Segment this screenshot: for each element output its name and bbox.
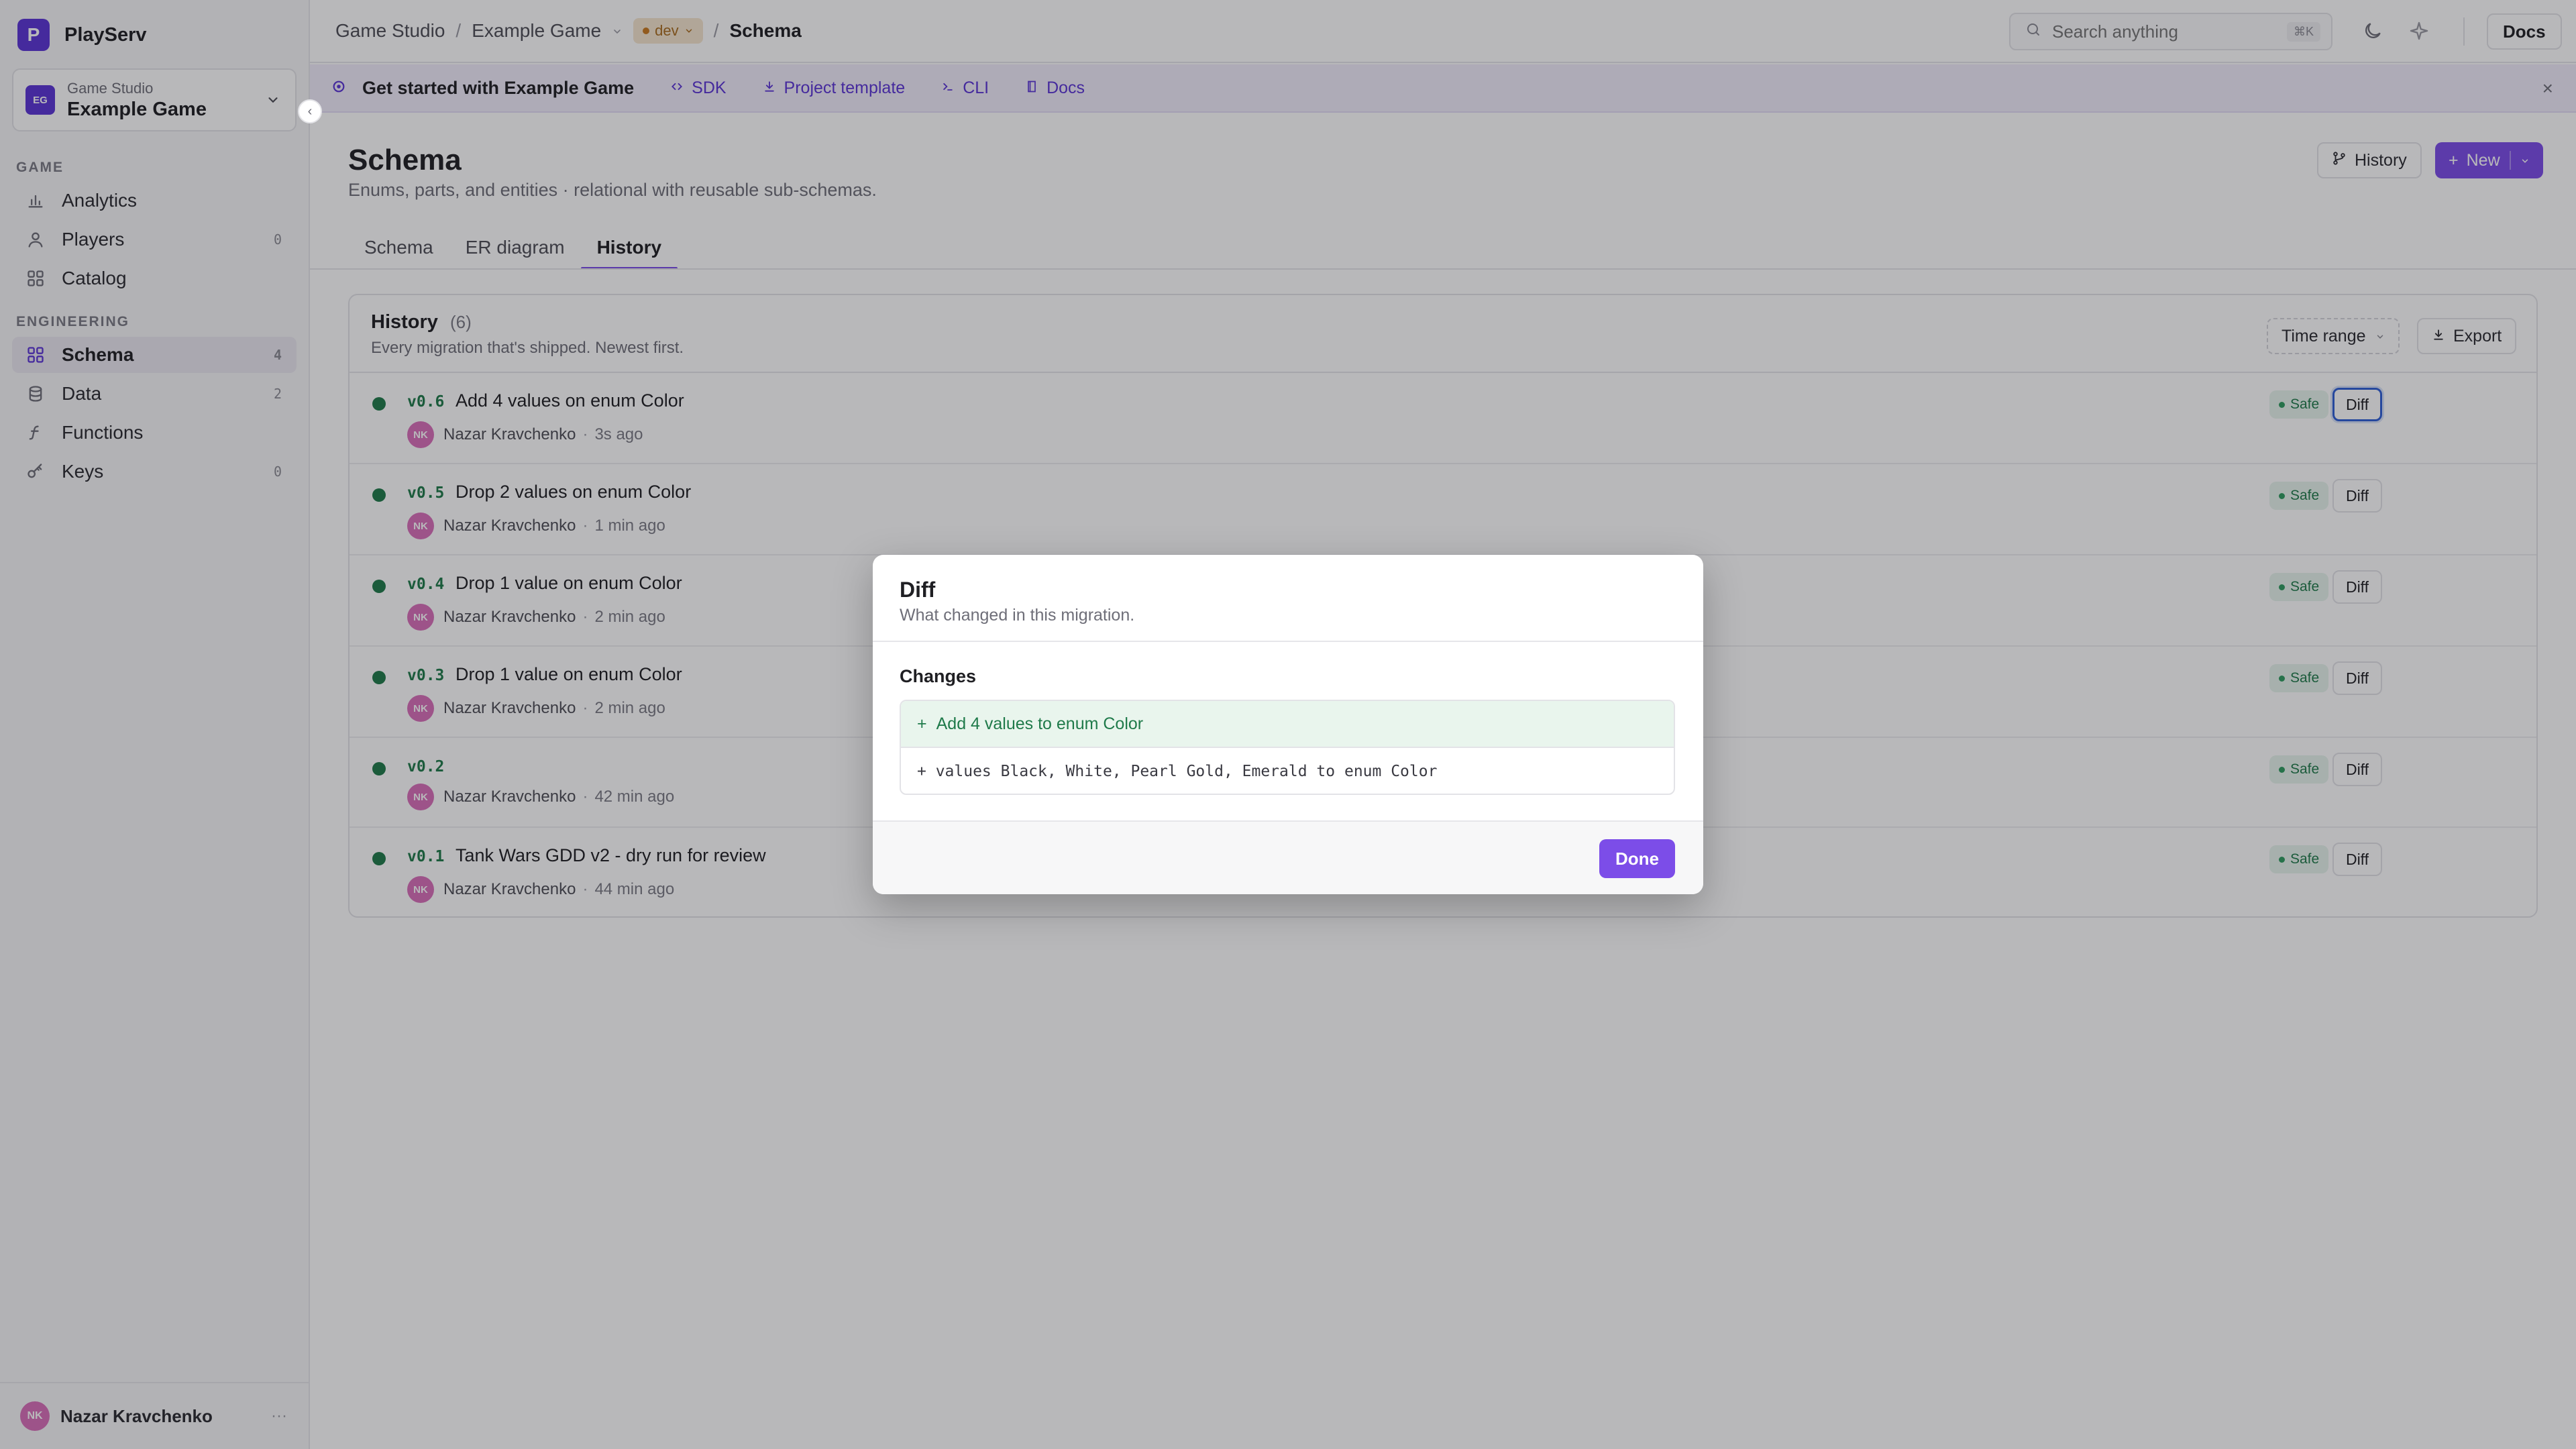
changes-label: Changes [900,666,977,686]
collapse-sidebar-button[interactable]: ‹ [298,99,322,123]
diff-dialog: Diff What changed in this migration. Cha… [873,555,1703,894]
done-button[interactable]: Done [1599,839,1675,878]
change-summary-text: Add 4 values to enum Color [936,714,1144,733]
dialog-footer: Done [873,820,1703,894]
change-summary: + Add 4 values to enum Color [901,701,1674,748]
divider [873,641,1703,642]
dialog-subtitle: What changed in this migration. [900,606,1135,625]
change-detail: + values Black, White, Pearl Gold, Emera… [917,763,1438,780]
change-block: + Add 4 values to enum Color + values Bl… [900,700,1675,795]
chevron-left-icon: ‹ [307,103,313,119]
plus-icon: + [917,714,927,733]
dialog-title: Diff [900,578,936,602]
